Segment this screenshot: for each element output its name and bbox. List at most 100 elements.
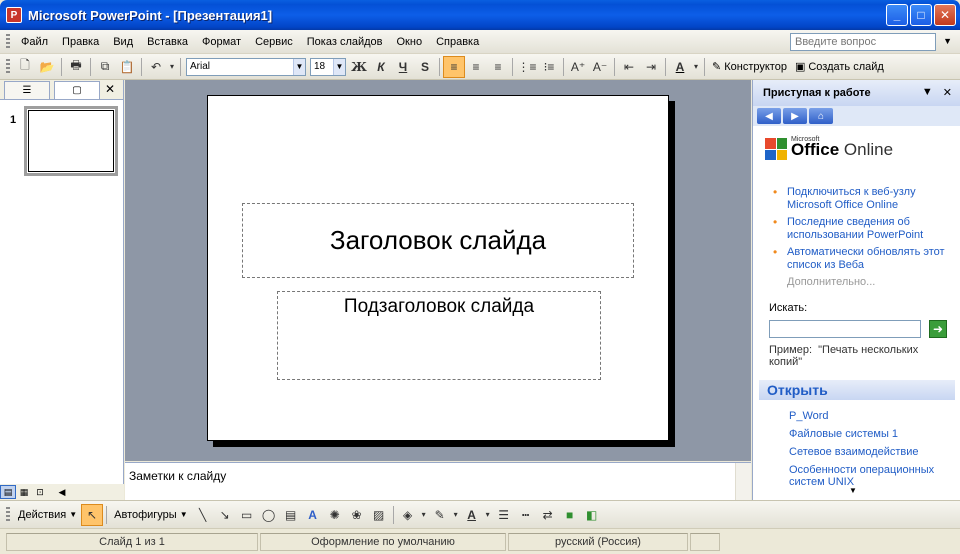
- chevron-down-icon[interactable]: ▼: [293, 58, 305, 75]
- align-right-icon[interactable]: ≡: [487, 56, 509, 78]
- toolbar-grip[interactable]: [6, 58, 10, 75]
- slide-canvas[interactable]: Заголовок слайда Подзаголовок слайда: [207, 95, 669, 441]
- toolbar-grip[interactable]: [6, 33, 10, 50]
- font-color-dropdown-icon[interactable]: ▾: [691, 56, 701, 78]
- recent-file[interactable]: Особенности операционных систем UNIX: [789, 464, 949, 488]
- font-name-select[interactable]: Arial ▼: [186, 57, 306, 76]
- arrow-icon[interactable]: ↘: [214, 504, 236, 526]
- menu-insert[interactable]: Вставка: [140, 36, 195, 48]
- close-icon[interactable]: ✕: [105, 82, 115, 96]
- font-size-select[interactable]: 18 ▼: [310, 57, 346, 76]
- clipart-icon[interactable]: ❀: [346, 504, 368, 526]
- link-office-online[interactable]: Подключиться к веб-узлу Microsoft Office…: [763, 186, 951, 212]
- actions-menu[interactable]: Действия ▼: [14, 509, 81, 521]
- task-pane-menu-icon[interactable]: ▼: [922, 86, 933, 99]
- slide-sorter-icon[interactable]: ▦: [16, 485, 32, 499]
- notes-pane[interactable]: Заметки к слайду: [125, 462, 751, 501]
- new-document-icon[interactable]: 🗋: [14, 56, 36, 78]
- select-pointer-icon[interactable]: ↖: [81, 503, 104, 526]
- copy-icon[interactable]: ⧉: [94, 56, 116, 78]
- align-left-icon[interactable]: ≡: [443, 55, 465, 78]
- line-color-dropdown-icon[interactable]: ▾: [451, 504, 461, 526]
- autoshapes-menu[interactable]: Автофигуры ▼: [110, 509, 192, 521]
- line-style-icon[interactable]: ☰: [493, 504, 515, 526]
- increase-font-icon[interactable]: A⁺: [567, 56, 589, 78]
- scroll-left-icon[interactable]: ◀: [54, 485, 70, 499]
- recent-file[interactable]: P_Word: [789, 410, 949, 422]
- more-link[interactable]: Дополнительно...: [763, 276, 951, 288]
- menu-tools[interactable]: Сервис: [248, 36, 300, 48]
- font-color-icon[interactable]: A: [461, 504, 483, 526]
- menu-file[interactable]: Файл: [14, 36, 55, 48]
- maximize-button[interactable]: □: [910, 4, 932, 26]
- close-icon[interactable]: ✕: [943, 86, 952, 99]
- wordart-icon[interactable]: A: [302, 504, 324, 526]
- line-icon[interactable]: ╲: [192, 504, 214, 526]
- shadow-button[interactable]: S: [414, 56, 436, 78]
- menu-format[interactable]: Формат: [195, 36, 248, 48]
- bullets-icon[interactable]: ⁝≡: [538, 56, 560, 78]
- designer-button[interactable]: ✎ Конструктор: [708, 60, 791, 74]
- normal-view-icon[interactable]: ▤: [0, 485, 16, 499]
- title-placeholder[interactable]: Заголовок слайда: [242, 203, 634, 278]
- menu-window[interactable]: Окно: [390, 36, 430, 48]
- menu-edit[interactable]: Правка: [55, 36, 106, 48]
- ask-dropdown-icon[interactable]: ▼: [943, 36, 952, 46]
- diagram-icon[interactable]: ✺: [324, 504, 346, 526]
- print-icon[interactable]: 🖶: [65, 56, 87, 78]
- menu-view[interactable]: Вид: [106, 36, 140, 48]
- undo-dropdown-icon[interactable]: ▾: [167, 56, 177, 78]
- tab-outline[interactable]: ☰: [4, 81, 50, 99]
- slide-thumbnail[interactable]: [24, 106, 118, 176]
- close-button[interactable]: ✕: [934, 4, 956, 26]
- dash-style-icon[interactable]: ┅: [515, 504, 537, 526]
- search-input[interactable]: [769, 320, 921, 338]
- chevron-down-icon[interactable]: ▼: [333, 58, 345, 75]
- undo-icon[interactable]: ↶: [145, 56, 167, 78]
- new-slide-button[interactable]: ▣ Создать слайд: [791, 60, 888, 74]
- bold-button[interactable]: Ж: [348, 56, 370, 78]
- rectangle-icon[interactable]: ▭: [236, 504, 258, 526]
- oval-icon[interactable]: ◯: [258, 504, 280, 526]
- slideshow-icon[interactable]: ⊡: [32, 485, 48, 499]
- align-center-icon[interactable]: ≡: [465, 56, 487, 78]
- picture-icon[interactable]: ▨: [368, 504, 390, 526]
- subtitle-placeholder[interactable]: Подзаголовок слайда: [277, 291, 601, 380]
- font-color-dropdown-icon[interactable]: ▾: [483, 504, 493, 526]
- forward-icon[interactable]: ▶: [783, 108, 807, 124]
- recent-file[interactable]: Файловые системы 1: [789, 428, 949, 440]
- ask-question-input[interactable]: Введите вопрос: [790, 33, 936, 51]
- go-arrow-icon[interactable]: ➜: [929, 320, 947, 338]
- link-latest-news[interactable]: Последние сведения об использовании Powe…: [763, 216, 951, 242]
- arrow-style-icon[interactable]: ⇄: [537, 504, 559, 526]
- textbox-icon[interactable]: ▤: [280, 504, 302, 526]
- fill-color-dropdown-icon[interactable]: ▾: [419, 504, 429, 526]
- 3d-style-icon[interactable]: ◧: [581, 504, 603, 526]
- link-auto-update[interactable]: Автоматически обновлять этот список из В…: [763, 246, 951, 272]
- toolbar-grip[interactable]: [6, 506, 10, 523]
- task-pane-title[interactable]: Приступая к работе: [763, 87, 871, 99]
- italic-button[interactable]: К: [370, 56, 392, 78]
- menu-help[interactable]: Справка: [429, 36, 486, 48]
- paste-icon[interactable]: 📋: [116, 56, 138, 78]
- numbering-icon[interactable]: ⋮≡: [516, 56, 538, 78]
- line-color-icon[interactable]: ✎: [429, 504, 451, 526]
- open-icon[interactable]: 📂: [36, 56, 58, 78]
- font-color-icon[interactable]: A: [669, 56, 691, 78]
- shadow-style-icon[interactable]: ■: [559, 504, 581, 526]
- scroll-down-icon[interactable]: ▼: [849, 486, 857, 495]
- notes-scrollbar[interactable]: [735, 463, 751, 501]
- decrease-font-icon[interactable]: A⁻: [589, 56, 611, 78]
- minimize-button[interactable]: _: [886, 4, 908, 26]
- powerpoint-icon[interactable]: P: [6, 7, 22, 23]
- back-icon[interactable]: ◀: [757, 108, 781, 124]
- decrease-indent-icon[interactable]: ⇤: [618, 56, 640, 78]
- home-icon[interactable]: ⌂: [809, 108, 833, 124]
- underline-button[interactable]: Ч: [392, 56, 414, 78]
- tab-slides[interactable]: ▢: [54, 81, 100, 99]
- increase-indent-icon[interactable]: ⇥: [640, 56, 662, 78]
- menu-slideshow[interactable]: Показ слайдов: [300, 36, 390, 48]
- notes-placeholder[interactable]: Заметки к слайду: [129, 469, 226, 483]
- recent-file[interactable]: Сетевое взаимодействие: [789, 446, 949, 458]
- fill-color-icon[interactable]: ◈: [397, 504, 419, 526]
